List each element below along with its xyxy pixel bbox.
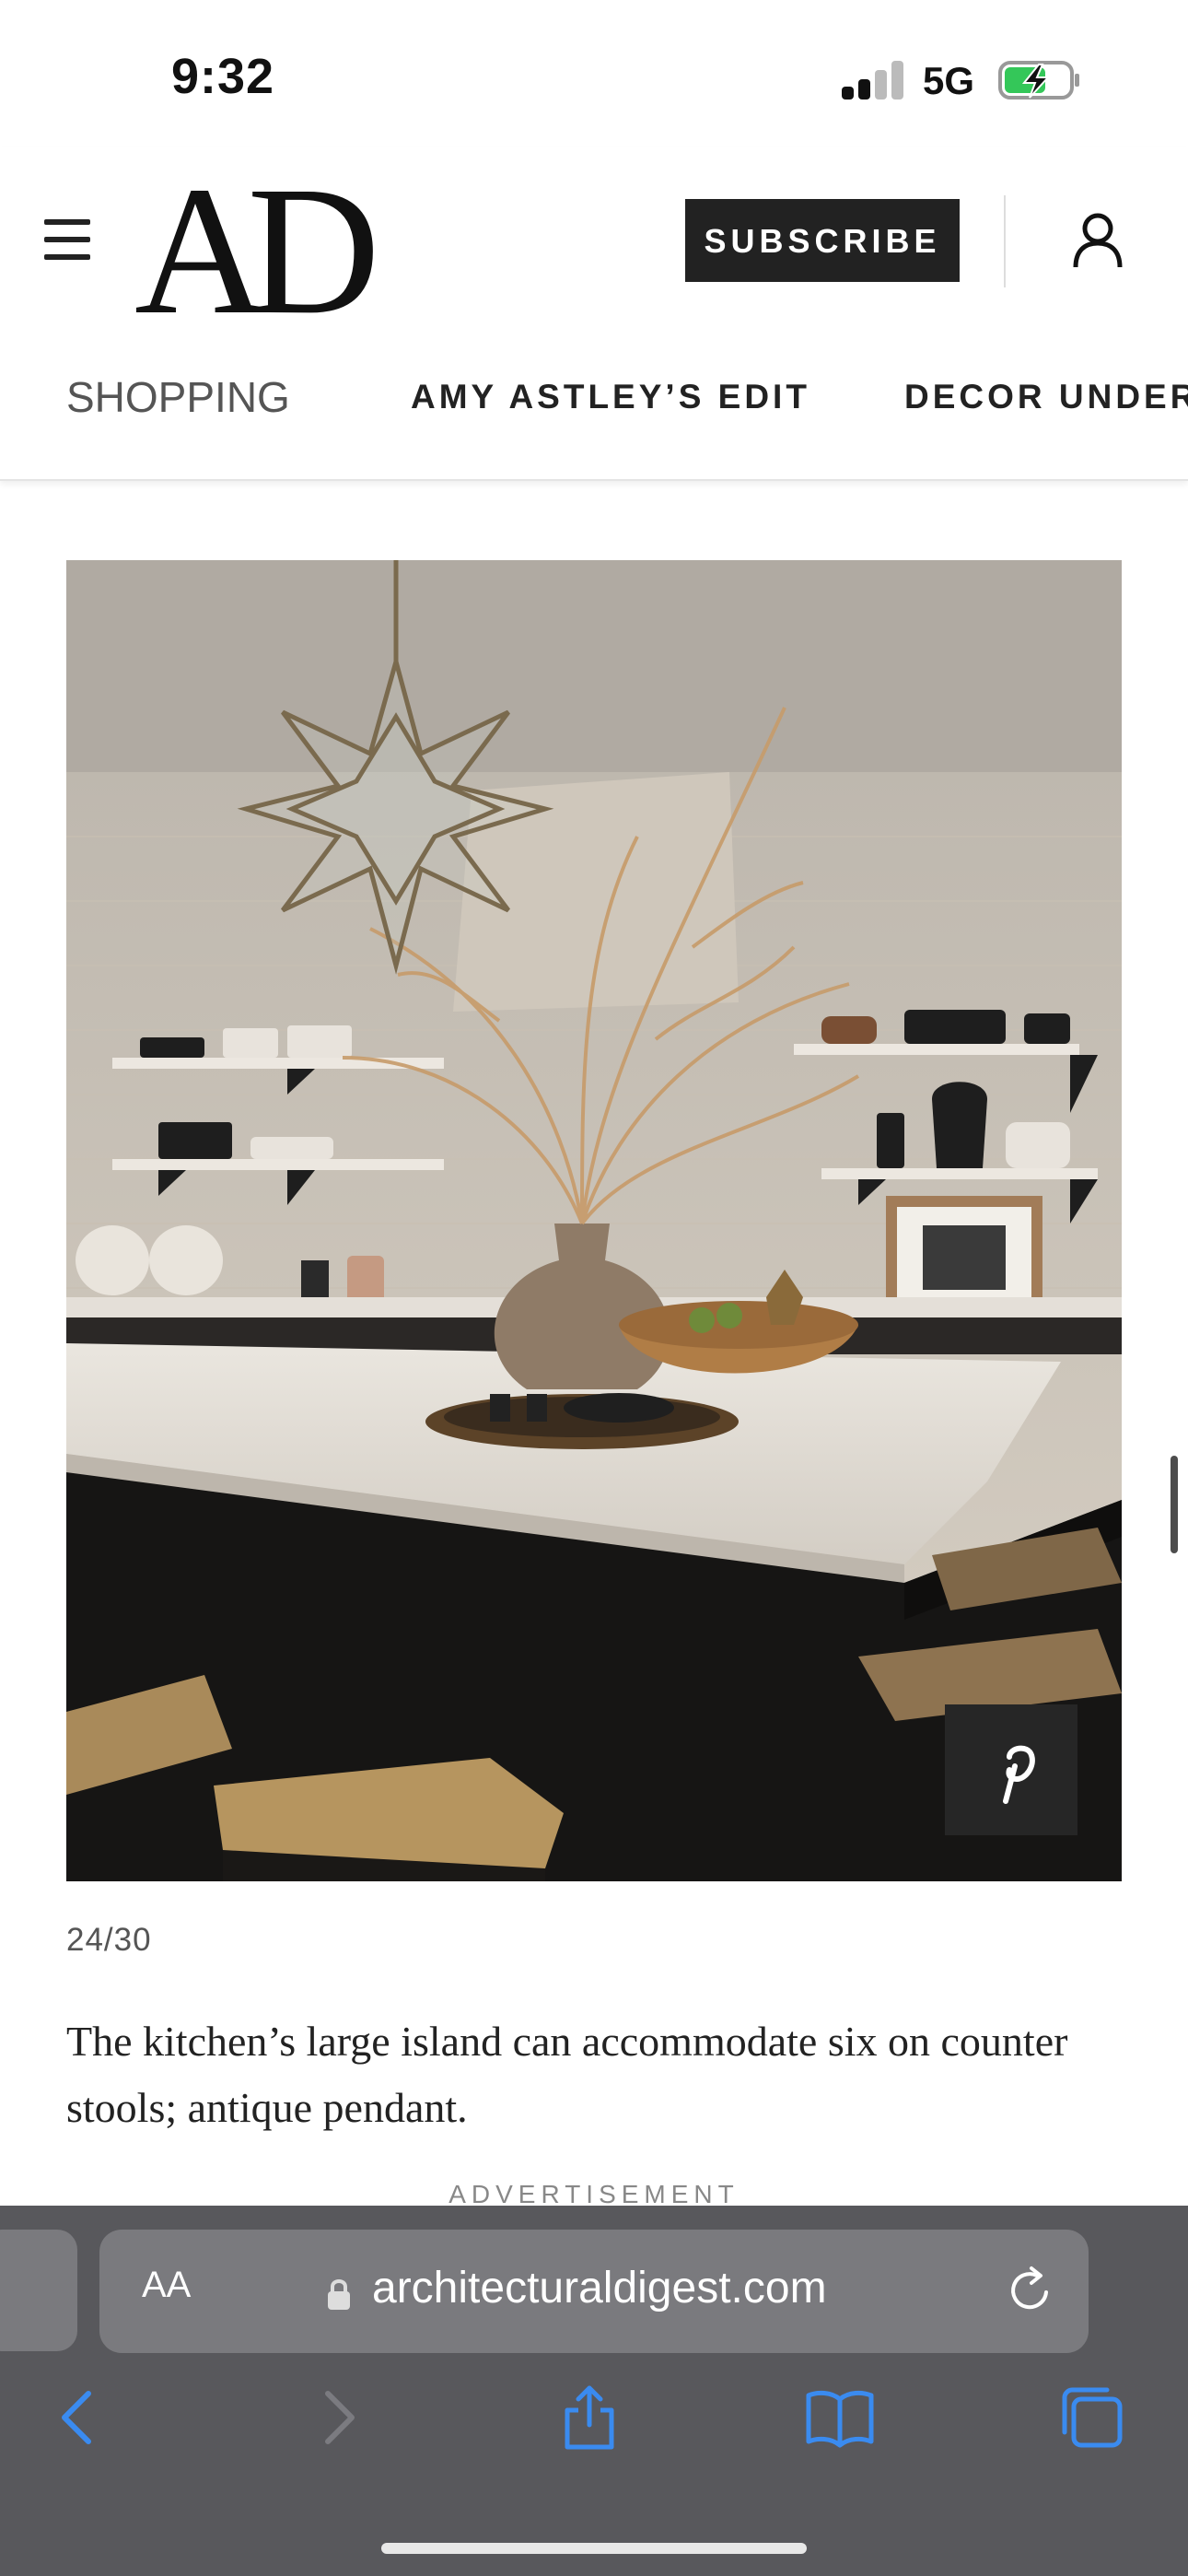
address-bar[interactable]: AA architecturaldigest.com: [99, 2230, 1089, 2353]
share-icon[interactable]: [553, 2381, 626, 2454]
nav-item-shopping[interactable]: SHOPPING: [66, 372, 290, 422]
browser-toolbar: AA architecturaldigest.com: [0, 2206, 1188, 2576]
pinterest-save-button[interactable]: [945, 1704, 1077, 1835]
reload-icon[interactable]: [1004, 2265, 1055, 2316]
nav-item-amy-astleys-edit[interactable]: AMY ASTLEY’S EDIT: [411, 378, 810, 416]
forward-icon[interactable]: [300, 2381, 374, 2454]
tabs-icon[interactable]: [1055, 2381, 1129, 2454]
back-icon[interactable]: [42, 2381, 116, 2454]
subscribe-button[interactable]: SUBSCRIBE: [685, 199, 960, 282]
photo-caption: The kitchen’s large island can accommoda…: [66, 2018, 1068, 2131]
bookmarks-icon[interactable]: [803, 2381, 877, 2454]
section-nav: SHOPPING AMY ASTLEY’S EDIT DECOR UNDER: [0, 359, 1188, 451]
menu-icon[interactable]: [44, 219, 90, 260]
home-indicator: [381, 2543, 807, 2554]
header-divider: [1004, 195, 1006, 287]
battery-charging-icon: [998, 61, 1079, 100]
status-time: 9:32: [171, 49, 275, 104]
account-icon[interactable]: [1072, 212, 1124, 269]
pinterest-icon: [1003, 1745, 1035, 1804]
site-header: AD SUBSCRIBE SHOPPING AMY ASTLEY’S EDIT …: [0, 147, 1188, 481]
gallery-counter: 24/30: [66, 1922, 152, 1958]
signal-icon: [842, 57, 906, 100]
gallery-photo[interactable]: [66, 560, 1122, 1881]
url-text[interactable]: architecturaldigest.com: [372, 2263, 827, 2313]
nav-item-decor-under[interactable]: DECOR UNDER: [904, 378, 1188, 416]
previous-tab-preview[interactable]: [0, 2230, 77, 2351]
network-type: 5G: [923, 59, 975, 102]
ad-logo[interactable]: AD: [134, 155, 380, 348]
scrollbar-thumb[interactable]: [1171, 1456, 1178, 1553]
status-bar: 9:32 5G: [0, 0, 1188, 147]
lock-icon: [328, 2279, 350, 2310]
text-size-button[interactable]: AA: [142, 2265, 191, 2306]
